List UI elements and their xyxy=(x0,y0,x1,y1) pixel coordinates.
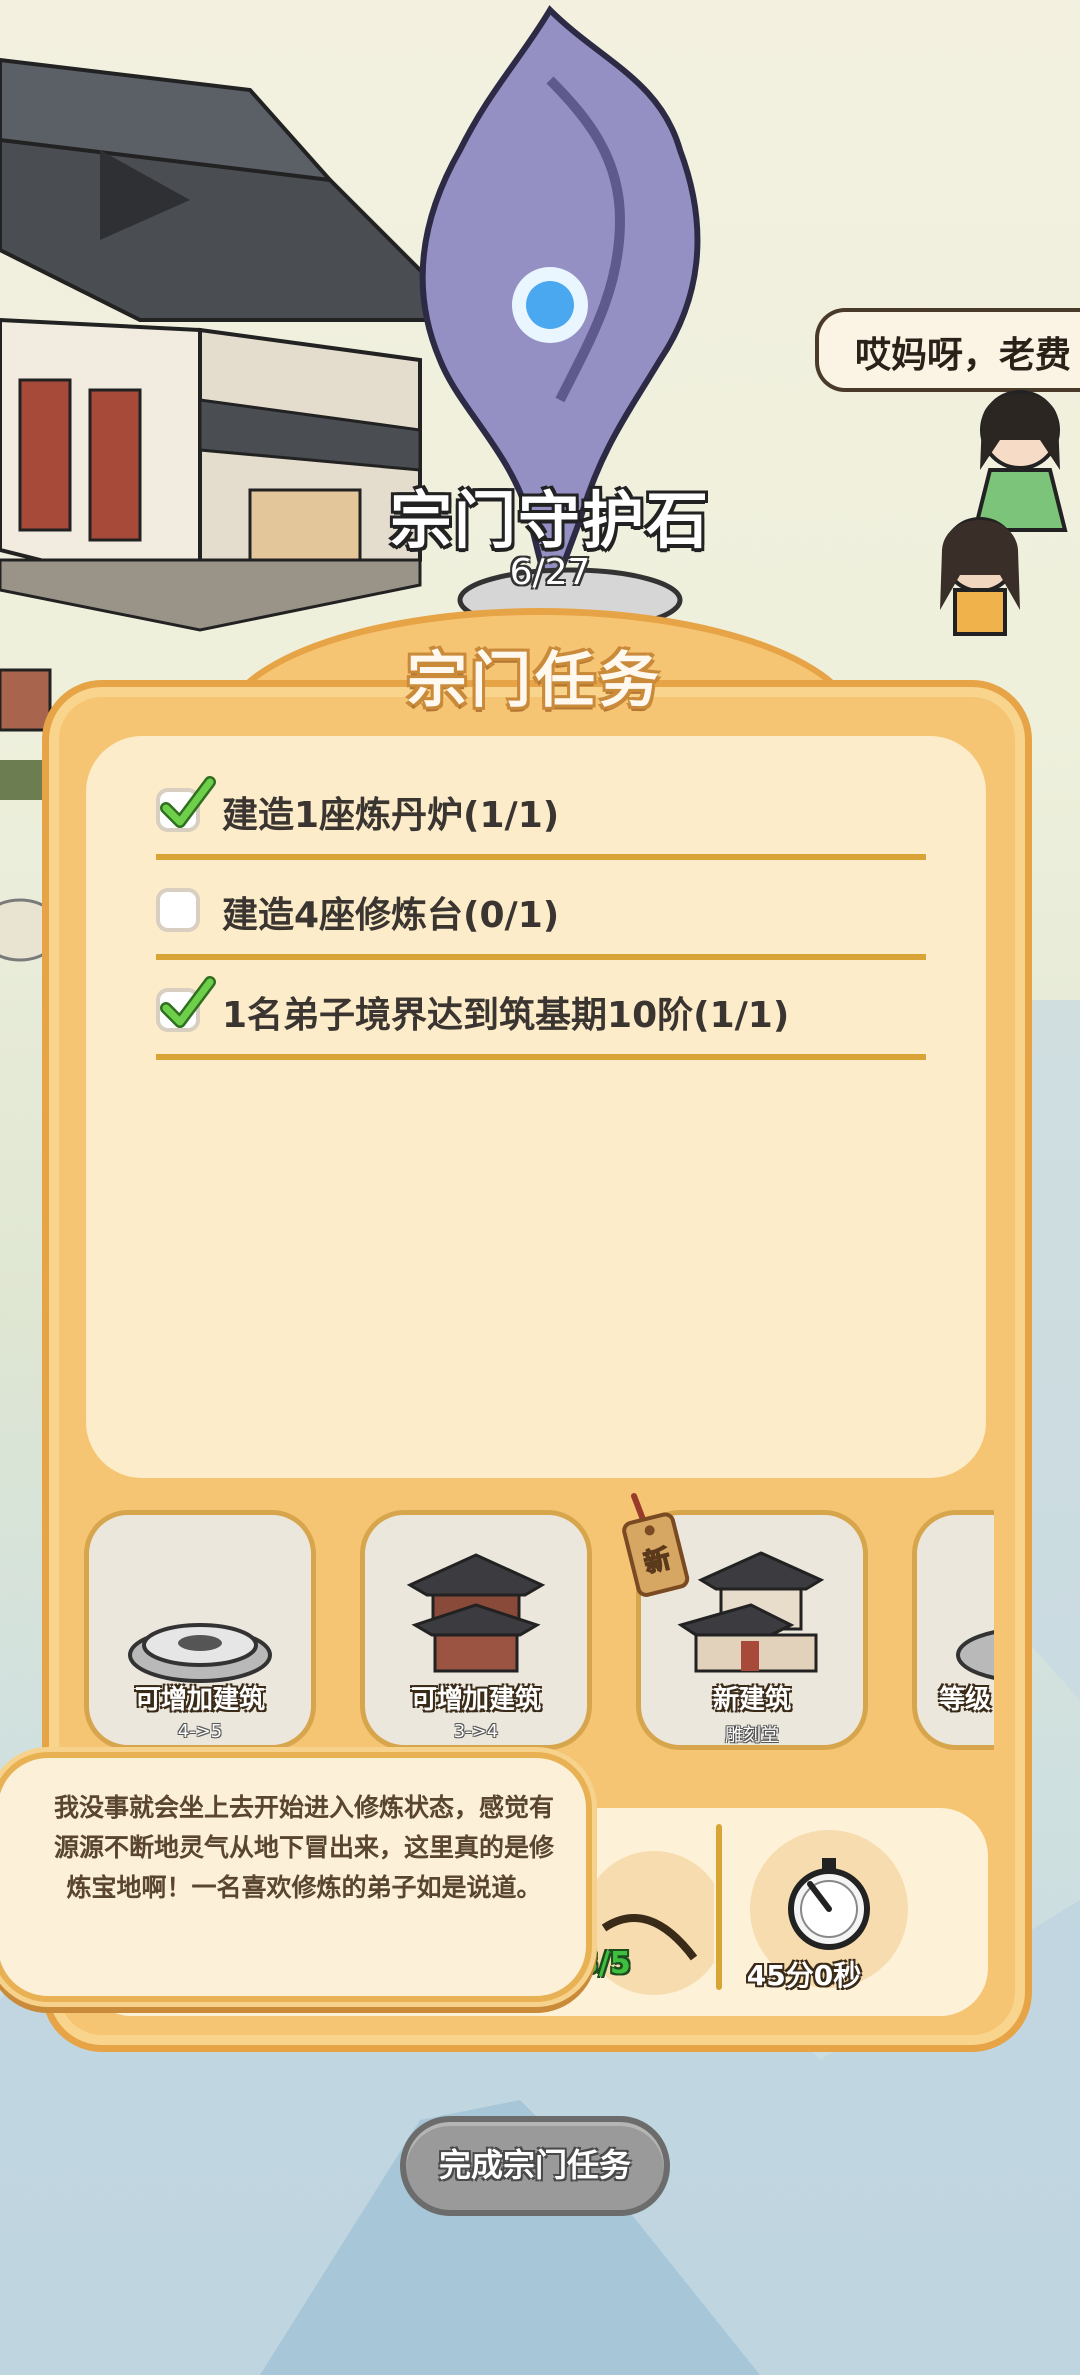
task-label: 建造4座修炼台(0/1) xyxy=(222,895,560,936)
shrine-title: 宗门守护石 xyxy=(389,484,711,557)
cultivation-platform-icon xyxy=(128,1623,272,1683)
task-checkbox-empty xyxy=(156,888,200,932)
reward-detail: 4->5 xyxy=(177,1721,223,1742)
shrine-progress: 6/27 xyxy=(509,552,591,593)
task-item: 1名弟子境界达到筑基期10阶(1/1) xyxy=(156,962,926,1060)
complete-task-button[interactable]: 完成宗门任务 xyxy=(400,2116,670,2216)
row-divider xyxy=(716,1824,722,1990)
checkmark-icon xyxy=(160,976,216,1028)
checkmark-icon xyxy=(160,776,216,828)
stopwatch-icon xyxy=(788,1858,870,1950)
task-item: 建造1座炼丹炉(1/1) xyxy=(156,762,926,860)
reward-caption: 可增加建筑 xyxy=(134,1685,265,1715)
reward-caption: 等级 xyxy=(939,1685,992,1715)
reward-card[interactable]: 可增加建筑 4->5 xyxy=(84,1510,316,1750)
task-item: 建造4座修炼台(0/1) xyxy=(156,862,926,960)
reward-card[interactable]: 可增加建筑 3->4 xyxy=(360,1510,592,1750)
disciple-characters-image[interactable] xyxy=(920,380,1080,640)
time-limit-label: 45分0秒 xyxy=(746,1959,862,1992)
disciple-quote-dialog[interactable]: 我没事就会坐上去开始进入修炼状态，感觉有源源不断地灵气从地下冒出来，这里真的是修… xyxy=(0,1752,592,2002)
npc-speech-text: 哎妈呀，老费 xyxy=(855,335,1072,376)
reward-detail: 3->4 xyxy=(453,1721,499,1742)
reward-detail: 雕刻堂 xyxy=(725,1725,779,1746)
reward-caption: 新建筑 xyxy=(712,1685,791,1715)
pavilion-icon xyxy=(406,1553,546,1673)
dialog-text: 我没事就会坐上去开始进入修炼状态，感觉有源源不断地灵气从地下冒出来，这里真的是修… xyxy=(53,1793,554,1902)
complete-task-button-label: 完成宗门任务 xyxy=(438,2146,631,2184)
task-label: 1名弟子境界达到筑基期10阶(1/1) xyxy=(222,995,790,1036)
reward-card[interactable]: 等级 xyxy=(912,1510,994,1750)
panel-title: 宗门任务 xyxy=(407,646,663,716)
task-checkbox-checked xyxy=(156,776,216,832)
task-label: 建造1座炼丹炉(1/1) xyxy=(222,795,560,836)
reward-caption: 可增加建筑 xyxy=(410,1685,541,1715)
task-list: 建造1座炼丹炉(1/1) 建造4座修炼台(0/1) 1名弟子境界达到筑基期10阶… xyxy=(86,736,986,1478)
reward-card-list[interactable]: 可增加建筑 4->5 可增加建筑 3->4 新建筑 雕刻堂 等级 xyxy=(84,1510,994,1750)
level-icon xyxy=(956,1630,994,1680)
task-checkbox-checked xyxy=(156,976,216,1032)
new-tag-icon: 新 xyxy=(622,1493,690,1597)
